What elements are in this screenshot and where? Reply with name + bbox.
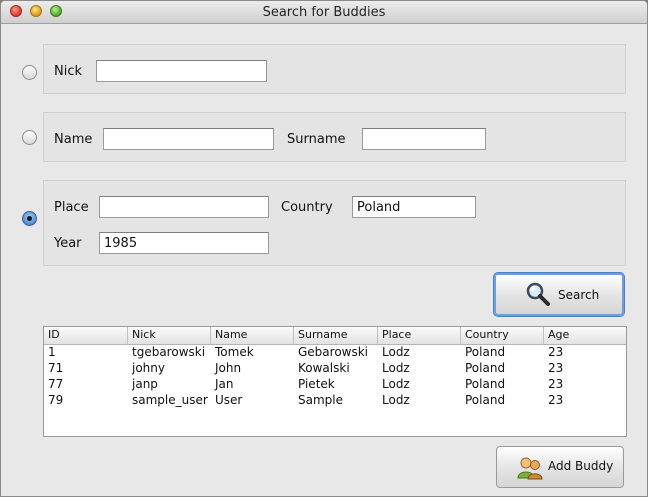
cell-nick: johny <box>132 361 165 375</box>
table-row[interactable]: 79 sample_user User Sample Lodz Poland 2… <box>44 393 626 409</box>
search-by-location-radio[interactable] <box>22 211 37 226</box>
cell-country: Poland <box>465 393 506 407</box>
cell-surname: Kowalski <box>298 361 350 375</box>
search-by-name-radio[interactable] <box>22 130 37 145</box>
cell-country: Poland <box>465 345 506 359</box>
column-header-age[interactable]: Age <box>544 327 626 344</box>
cell-nick: janp <box>132 377 158 391</box>
cell-country: Poland <box>465 361 506 375</box>
name-group: Name Surname <box>43 112 626 162</box>
results-table[interactable]: ID Nick Name Surname Place Country Age 1… <box>43 326 627 437</box>
cell-age: 23 <box>548 377 564 391</box>
country-label: Country <box>281 200 333 215</box>
cell-id: 71 <box>48 361 64 375</box>
search-button[interactable]: Search <box>494 273 624 316</box>
cell-surname: Sample <box>298 393 343 407</box>
window-title: Search for Buddies <box>262 5 386 20</box>
magnifier-icon <box>526 282 550 306</box>
table-row[interactable]: 71 johny John Kowalski Lodz Poland 23 <box>44 361 626 377</box>
cell-name: User <box>215 393 243 407</box>
column-header-id[interactable]: ID <box>44 327 128 344</box>
column-header-name[interactable]: Name <box>211 327 294 344</box>
cell-id: 77 <box>48 377 64 391</box>
location-group: Place Country Year <box>43 180 626 266</box>
year-input[interactable] <box>99 232 269 254</box>
place-label: Place <box>54 200 89 215</box>
table-row[interactable]: 77 janp Jan Pietek Lodz Poland 23 <box>44 377 626 393</box>
cell-id: 79 <box>48 393 64 407</box>
cell-id: 1 <box>48 345 56 359</box>
place-input[interactable] <box>99 196 269 218</box>
nick-label: Nick <box>54 64 83 79</box>
cell-surname: Pietek <box>298 377 335 391</box>
nick-group: Nick <box>43 44 626 94</box>
title-bar: Search for Buddies <box>1 1 647 24</box>
column-header-country[interactable]: Country <box>461 327 544 344</box>
column-header-nick[interactable]: Nick <box>128 327 211 344</box>
table-row[interactable]: 1 tgebarowski Tomek Gebarowski Lodz Pola… <box>44 345 626 361</box>
cell-country: Poland <box>465 377 506 391</box>
search-by-nick-radio[interactable] <box>22 65 37 80</box>
results-table-header: ID Nick Name Surname Place Country Age <box>44 327 626 345</box>
cell-place: Lodz <box>382 393 410 407</box>
cell-name: Jan <box>215 377 234 391</box>
add-buddy-button[interactable]: Add Buddy <box>496 446 624 488</box>
cell-name: John <box>215 361 242 375</box>
cell-place: Lodz <box>382 345 410 359</box>
cell-surname: Gebarowski <box>298 345 369 359</box>
name-input[interactable] <box>103 128 274 150</box>
name-label: Name <box>54 132 93 147</box>
cell-age: 23 <box>548 393 564 407</box>
search-buddies-window: Search for Buddies Nick Name Surname Pla… <box>0 0 648 497</box>
year-label: Year <box>54 236 82 251</box>
cell-age: 23 <box>548 345 564 359</box>
cell-nick: tgebarowski <box>132 345 206 359</box>
buddies-icon <box>517 457 543 480</box>
country-input[interactable] <box>352 196 476 218</box>
cell-name: Tomek <box>215 345 254 359</box>
column-header-place[interactable]: Place <box>378 327 461 344</box>
cell-place: Lodz <box>382 377 410 391</box>
cell-place: Lodz <box>382 361 410 375</box>
column-header-surname[interactable]: Surname <box>294 327 378 344</box>
add-buddy-button-label: Add Buddy <box>548 459 614 473</box>
surname-label: Surname <box>287 132 346 147</box>
cell-age: 23 <box>548 361 564 375</box>
search-button-label: Search <box>558 288 600 302</box>
cell-nick: sample_user <box>132 393 208 407</box>
surname-input[interactable] <box>362 128 486 150</box>
nick-input[interactable] <box>96 60 267 82</box>
